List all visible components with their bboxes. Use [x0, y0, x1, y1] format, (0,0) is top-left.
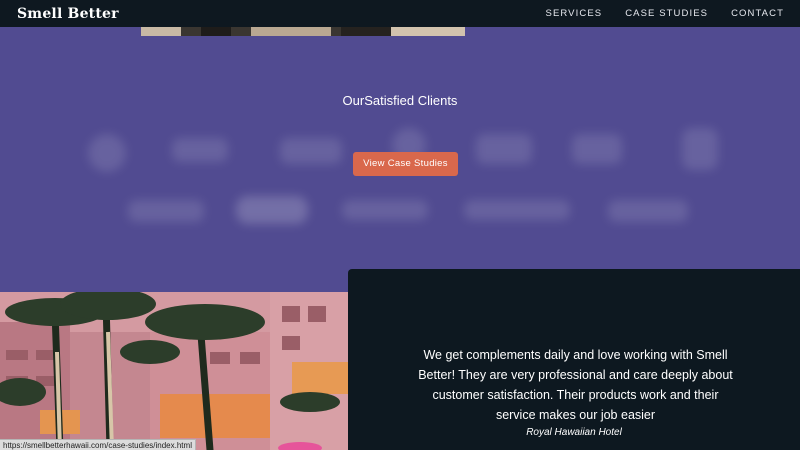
- top-nav: Smell Better SERVICES CASE STUDIES CONTA…: [0, 0, 800, 27]
- testimonial-client-name: Royal Hawaiian Hotel: [526, 427, 622, 438]
- client-logo: [172, 138, 228, 162]
- client-logo: [236, 196, 308, 224]
- client-logo: [88, 134, 126, 172]
- status-bar-url: https://smellbetterhawaii.com/case-studi…: [0, 439, 196, 450]
- client-logo: [342, 200, 428, 220]
- testimonial-quote: We get complements daily and love workin…: [418, 348, 733, 422]
- client-logo: [572, 134, 622, 164]
- client-logo: [280, 138, 342, 164]
- client-logo: [608, 200, 688, 222]
- hotel-photo: [0, 292, 349, 450]
- view-case-studies-button[interactable]: View Case Studies: [353, 152, 458, 176]
- client-logo: [464, 200, 570, 220]
- hero-image-bottom-edge: [141, 27, 465, 36]
- client-logo: [128, 200, 204, 222]
- client-logo: [682, 128, 718, 170]
- nav-link-case-studies[interactable]: CASE STUDIES: [625, 8, 708, 19]
- testimonial-panel: We get complements daily and love workin…: [348, 269, 800, 450]
- nav-link-contact[interactable]: CONTACT: [731, 8, 784, 19]
- brand-logo[interactable]: Smell Better: [17, 6, 119, 22]
- client-logo: [476, 134, 532, 164]
- nav-link-services[interactable]: SERVICES: [546, 8, 603, 19]
- clients-heading: OurSatisfied Clients: [342, 93, 458, 108]
- nav-links: SERVICES CASE STUDIES CONTACT: [523, 8, 784, 19]
